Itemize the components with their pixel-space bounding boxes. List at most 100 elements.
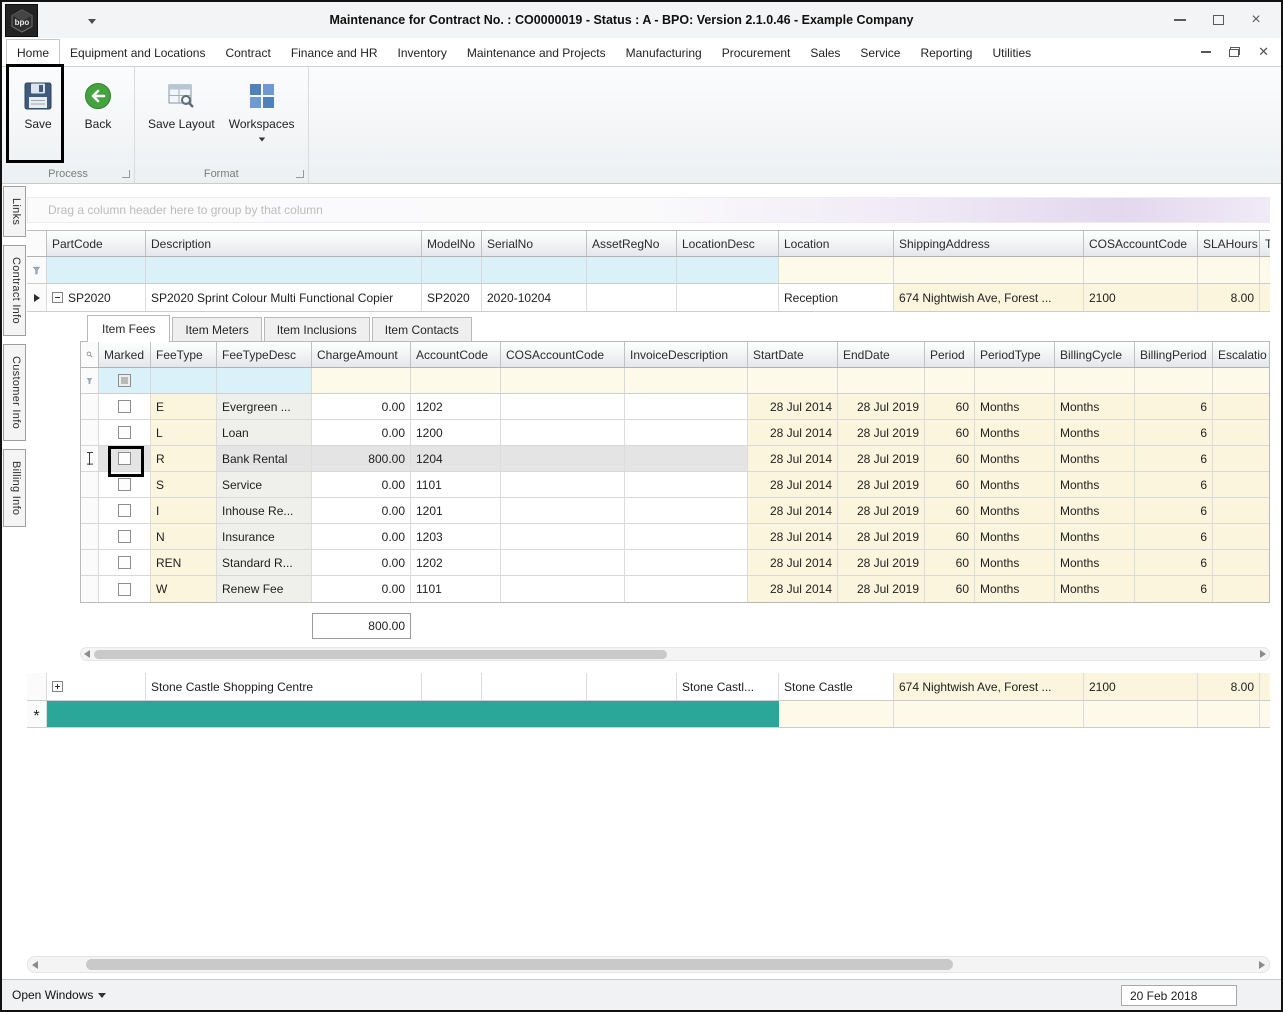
dialog-launcher-icon[interactable]: [296, 170, 304, 178]
cell-billingperiod[interactable]: 6: [1135, 498, 1213, 523]
column-header-modelno[interactable]: ModelNo: [422, 231, 482, 256]
cell-escalation[interactable]: [1213, 446, 1269, 471]
maximize-button[interactable]: [1203, 8, 1233, 32]
cell-description[interactable]: SP2020 Sprint Colour Multi Functional Co…: [146, 284, 422, 311]
save-layout-button[interactable]: Save Layout: [145, 79, 218, 133]
open-windows-button[interactable]: Open Windows: [12, 988, 106, 1002]
cell-accountcode[interactable]: 1101: [411, 576, 501, 602]
cell-escalation[interactable]: [1213, 576, 1269, 602]
cell-feetype[interactable]: E: [151, 394, 217, 419]
equipment-row-stone-castle[interactable]: Stone Castle Shopping Centre Stone Castl…: [27, 673, 1270, 701]
filter-marked[interactable]: [99, 368, 151, 393]
cell-location[interactable]: Stone Castle: [779, 673, 894, 700]
column-header-periodtype[interactable]: PeriodType: [975, 342, 1055, 367]
cell-marked[interactable]: [99, 420, 151, 445]
cell-billingcycle[interactable]: Months: [1055, 550, 1135, 575]
cell-marked[interactable]: [99, 524, 151, 549]
marked-checkbox[interactable]: [118, 556, 131, 569]
cell-shippingaddress[interactable]: [894, 701, 1084, 727]
filter-cosaccountcode[interactable]: [501, 368, 625, 393]
cell-period[interactable]: 60: [925, 524, 975, 549]
ribbon-tab[interactable]: Maintenance and Projects: [457, 40, 616, 66]
cell-billingperiod[interactable]: 6: [1135, 472, 1213, 497]
cell-cosaccountcode[interactable]: [501, 420, 625, 445]
cell-period[interactable]: 60: [925, 394, 975, 419]
column-header-feetypedesc[interactable]: FeeTypeDesc: [217, 342, 312, 367]
cell-period[interactable]: 60: [925, 446, 975, 471]
cell-assetregno[interactable]: [587, 673, 677, 700]
cell-billingcycle[interactable]: Months: [1055, 394, 1135, 419]
cell-cosaccountcode[interactable]: [501, 472, 625, 497]
filter-shippingaddress[interactable]: [894, 257, 1084, 283]
cell-enddate[interactable]: 28 Jul 2019: [838, 420, 925, 445]
new-row[interactable]: *: [27, 701, 1270, 728]
cell-accountcode[interactable]: 1202: [411, 394, 501, 419]
filter-serialno[interactable]: [482, 257, 587, 283]
cell-startdate[interactable]: 28 Jul 2014: [748, 420, 838, 445]
expand-row-icon[interactable]: [52, 681, 63, 692]
cell-chargeamount[interactable]: 0.00: [312, 524, 411, 549]
cell-chargeamount[interactable]: 800.00: [312, 446, 411, 471]
cell-slahours[interactable]: 8.00: [1198, 673, 1260, 700]
cell-invoicedescription[interactable]: [625, 550, 748, 575]
filter-invoicedescription[interactable]: [625, 368, 748, 393]
cell-partcode[interactable]: SP2020: [47, 284, 146, 311]
filter-enddate[interactable]: [838, 368, 925, 393]
cell-enddate[interactable]: 28 Jul 2019: [838, 472, 925, 497]
dialog-launcher-icon[interactable]: [122, 170, 130, 178]
cell-periodtype[interactable]: Months: [975, 394, 1055, 419]
filter-accountcode[interactable]: [411, 368, 501, 393]
cell-shippingaddress[interactable]: 674 Nightwish Ave, Forest ...: [894, 673, 1084, 700]
cell-cosaccountcode[interactable]: [501, 576, 625, 602]
cell-cosaccountcode[interactable]: 2100: [1084, 284, 1198, 311]
cell-escalation[interactable]: [1213, 472, 1269, 497]
ribbon-tab[interactable]: Contract: [215, 40, 280, 66]
ribbon-tab[interactable]: Home: [6, 39, 60, 67]
cell-feetype[interactable]: R: [151, 446, 217, 471]
cell-serialno[interactable]: [482, 673, 587, 700]
filter-modelno[interactable]: [422, 257, 482, 283]
cell-startdate[interactable]: 28 Jul 2014: [748, 446, 838, 471]
cell-chargeamount[interactable]: 0.00: [312, 472, 411, 497]
cell-period[interactable]: 60: [925, 420, 975, 445]
ribbon-tab[interactable]: Manufacturing: [616, 40, 712, 66]
cell-billingperiod[interactable]: 6: [1135, 394, 1213, 419]
ribbon-tab[interactable]: Inventory: [388, 40, 457, 66]
filter-periodtype[interactable]: [975, 368, 1055, 393]
cell-feetypedesc[interactable]: Loan: [217, 420, 312, 445]
column-header-cosaccountcode[interactable]: COSAccountCode: [501, 342, 625, 367]
cell-chargeamount[interactable]: 0.00: [312, 576, 411, 602]
cell-accountcode[interactable]: 1202: [411, 550, 501, 575]
cell-location[interactable]: Reception: [779, 284, 894, 311]
cell-startdate[interactable]: 28 Jul 2014: [748, 550, 838, 575]
marked-filter-checkbox[interactable]: [118, 374, 131, 387]
group-by-box[interactable]: Drag a column header here to group by th…: [27, 197, 1270, 223]
cell-periodtype[interactable]: Months: [975, 420, 1055, 445]
ribbon-tab[interactable]: Finance and HR: [281, 40, 388, 66]
cell-chargeamount[interactable]: 0.00: [312, 394, 411, 419]
column-header-partcode[interactable]: PartCode: [47, 231, 146, 256]
ribbon-tab[interactable]: Sales: [800, 40, 850, 66]
detail-tab[interactable]: Item Fees: [87, 315, 170, 342]
side-tab[interactable]: Contract Info: [3, 245, 26, 336]
cell-startdate[interactable]: 28 Jul 2014: [748, 524, 838, 549]
cell-enddate[interactable]: 28 Jul 2019: [838, 446, 925, 471]
cell-billingcycle[interactable]: Months: [1055, 576, 1135, 602]
cell-escalation[interactable]: [1213, 524, 1269, 549]
cell-invoicedescription[interactable]: [625, 420, 748, 445]
detail-horizontal-scrollbar[interactable]: [80, 647, 1270, 661]
cell-serialno[interactable]: 2020-10204: [482, 284, 587, 311]
cell-period[interactable]: 60: [925, 550, 975, 575]
filter-billingperiod[interactable]: [1135, 368, 1213, 393]
status-date-field[interactable]: 20 Feb 2018: [1121, 985, 1237, 1006]
cell-marked[interactable]: [99, 446, 151, 471]
cell-feetypedesc[interactable]: Standard R...: [217, 550, 312, 575]
side-tab[interactable]: Customer Info: [3, 344, 26, 441]
cell-invoicedescription[interactable]: [625, 576, 748, 602]
cell-cosaccountcode[interactable]: 2100: [1084, 673, 1198, 700]
column-header-shippingaddress[interactable]: ShippingAddress: [894, 231, 1084, 256]
cell-invoicedescription[interactable]: [625, 524, 748, 549]
cell-periodtype[interactable]: Months: [975, 446, 1055, 471]
column-header-accountcode[interactable]: AccountCode: [411, 342, 501, 367]
ribbon-close-button[interactable]: ✕: [1258, 45, 1269, 58]
